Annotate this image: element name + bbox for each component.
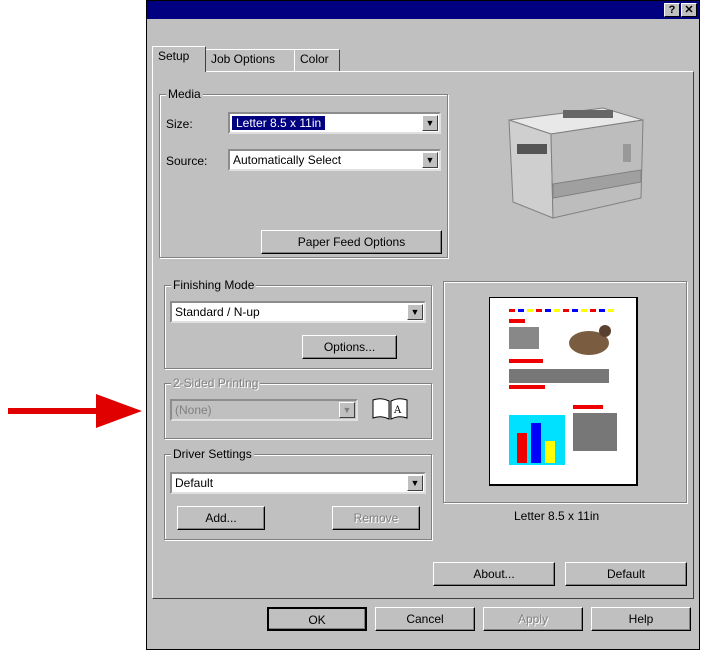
close-icon[interactable]: ✕	[681, 3, 697, 17]
printer-image	[508, 107, 644, 219]
tab-job-options[interactable]: Job Options	[205, 49, 295, 71]
chevron-down-icon[interactable]: ▼	[407, 475, 423, 491]
two-sided-group: 2-Sided Printing (None) ▼ A	[164, 376, 432, 439]
help-icon[interactable]: ?	[664, 3, 680, 17]
size-select-value: Letter 8.5 x 11in	[232, 116, 326, 130]
chevron-down-icon: ▼	[339, 402, 355, 418]
preview-color-dash	[572, 309, 578, 312]
finishing-mode-select[interactable]: Standard / N-up ▼	[170, 301, 426, 323]
preview-frame: Letter 8.5 x 11in	[443, 281, 687, 523]
finishing-mode-label: Finishing Mode	[171, 278, 257, 292]
two-sided-select: (None) ▼	[170, 399, 358, 421]
tab-setup[interactable]: Setup	[152, 46, 206, 72]
svg-text:A: A	[393, 405, 402, 416]
setup-panel: Media Size: Letter 8.5 x 11in ▼ Source: …	[152, 71, 694, 599]
two-sided-label: 2-Sided Printing	[171, 376, 261, 390]
title-bar: ? ✕	[147, 1, 699, 19]
remove-button: Remove	[332, 506, 420, 530]
paper-feed-options-button[interactable]: Paper Feed Options	[261, 230, 442, 254]
source-select-value: Automatically Select	[233, 153, 342, 167]
page-preview-image	[489, 297, 638, 486]
preview-color-dash	[554, 309, 560, 312]
driver-settings-label: Driver Settings	[171, 447, 254, 461]
preview-color-dash	[518, 309, 524, 312]
default-button[interactable]: Default	[565, 562, 687, 586]
chevron-down-icon[interactable]: ▼	[422, 115, 438, 131]
driver-settings-group: Driver Settings Default ▼ Add... Remove	[164, 447, 432, 540]
chevron-down-icon[interactable]: ▼	[407, 304, 423, 320]
chevron-down-icon[interactable]: ▼	[422, 152, 438, 168]
preview-color-dash	[545, 309, 551, 312]
preview-color-dash	[599, 309, 605, 312]
source-label: Source:	[166, 154, 208, 168]
source-select[interactable]: Automatically Select ▼	[228, 149, 441, 171]
preview-color-dash	[563, 309, 569, 312]
preview-color-dash	[608, 309, 614, 312]
size-label: Size:	[166, 117, 193, 131]
media-group: Media Size: Letter 8.5 x 11in ▼ Source: …	[159, 87, 448, 258]
preview-color-dash	[536, 309, 542, 312]
print-properties-dialog: ? ✕ Setup Job Options Color Media Size: …	[146, 0, 700, 650]
finishing-mode-value: Standard / N-up	[175, 305, 260, 319]
preview-color-dash	[581, 309, 587, 312]
driver-settings-value: Default	[175, 476, 214, 490]
book-icon: A	[372, 398, 408, 420]
driver-settings-select[interactable]: Default ▼	[170, 472, 426, 494]
apply-button: Apply	[483, 607, 583, 631]
ok-button[interactable]: OK	[267, 607, 367, 631]
media-group-label: Media	[166, 87, 203, 101]
cancel-button[interactable]: Cancel	[375, 607, 475, 631]
size-select[interactable]: Letter 8.5 x 11in ▼	[228, 112, 441, 134]
preview-color-dash	[509, 309, 515, 312]
add-button[interactable]: Add...	[177, 506, 265, 530]
preview-color-dash	[527, 309, 533, 312]
preview-color-dash	[590, 309, 596, 312]
help-button[interactable]: Help	[591, 607, 691, 631]
annotation-arrow	[8, 394, 142, 428]
finishing-mode-group: Finishing Mode Standard / N-up ▼ Options…	[164, 278, 432, 369]
tab-color[interactable]: Color	[294, 49, 340, 71]
finishing-options-button[interactable]: Options...	[302, 335, 397, 359]
preview-caption: Letter 8.5 x 11in	[514, 509, 600, 523]
two-sided-value: (None)	[175, 403, 212, 417]
about-button[interactable]: About...	[433, 562, 555, 586]
